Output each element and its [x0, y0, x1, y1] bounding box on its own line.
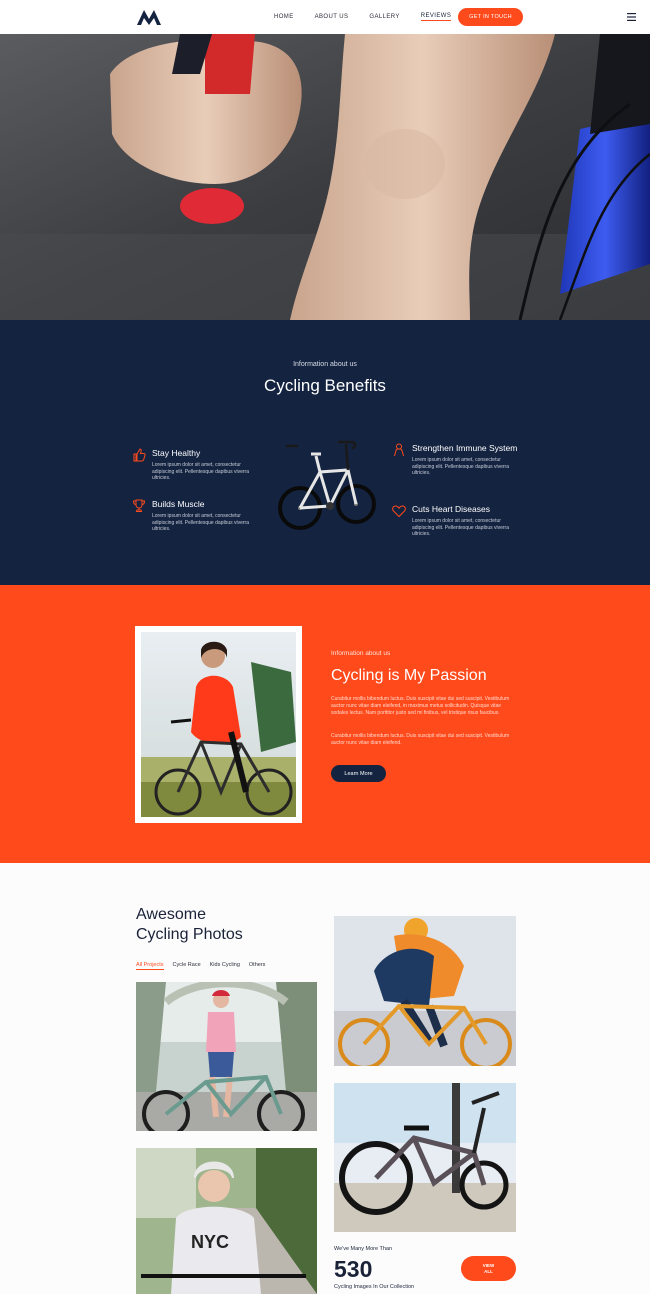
tab-all-projects[interactable]: All Projects [136, 962, 164, 970]
nav-about-us[interactable]: ABOUT US [315, 14, 349, 20]
trophy-icon [132, 499, 146, 512]
passion-paragraph-2: Curabitur mollis bibendum luctus. Duis s… [331, 733, 510, 746]
gallery-filter-tabs: All Projects Cycle Race Kids Cycling Oth… [136, 962, 274, 970]
passion-title: Cycling is My Passion [331, 667, 487, 684]
tab-others[interactable]: Others [249, 962, 266, 970]
hero-photo-cyclist-knee [0, 34, 650, 320]
gallery-title-line-1: Awesome [136, 906, 206, 923]
nav-gallery[interactable]: GALLERY [369, 14, 399, 20]
benefit-text: Lorem ipsum dolor sit amet, consectetur … [152, 513, 250, 532]
learn-more-button[interactable]: Learn More [331, 765, 386, 782]
benefits-section: Information about us Cycling Benefits St… [0, 320, 650, 585]
thumbs-up-icon [133, 448, 146, 462]
bmx-bike-image [334, 1083, 516, 1232]
gallery-photo-woman-bike[interactable] [136, 982, 317, 1131]
benefit-title: Cuts Heart Diseases [412, 504, 490, 514]
benefits-title: Cycling Benefits [264, 376, 386, 395]
woman-standing-bike-image [136, 982, 317, 1131]
svg-text:NYC: NYC [191, 1232, 229, 1252]
view-all-button[interactable]: VIEW ALL [461, 1256, 516, 1281]
tab-cycle-race[interactable]: Cycle Race [173, 962, 201, 970]
benefit-title: Builds Muscle [152, 499, 205, 509]
benefit-text: Lorem ipsum dolor sit amet, consectetur … [412, 457, 510, 476]
benefits-eyebrow: Information about us [293, 361, 357, 368]
person-icon [394, 443, 404, 457]
benefit-stay-healthy: Stay Healthy Lorem ipsum dolor sit amet,… [133, 448, 272, 482]
benefit-builds-muscle: Builds Muscle Lorem ipsum dolor sit amet… [132, 499, 272, 533]
gallery-title-line-2: Cycling Photos [136, 926, 243, 943]
gallery-photo-bmx-bike[interactable] [334, 1083, 516, 1232]
cyclist-woman-photo [135, 626, 302, 823]
view-all-label: VIEW ALL [483, 1263, 495, 1275]
hero-image [0, 34, 650, 320]
benefit-title: Stay Healthy [152, 448, 201, 458]
nav-home[interactable]: HOME [274, 14, 294, 20]
man-orange-bike-image [334, 916, 516, 1066]
view-all-line-1: VIEW [482, 1262, 495, 1268]
gallery-section: Awesome Cycling Photos All Projects Cycl… [0, 863, 650, 1294]
tab-kids-cycling[interactable]: Kids Cycling [210, 962, 240, 970]
benefit-text: Lorem ipsum dolor sit amet, consectetur … [412, 518, 510, 537]
get-in-touch-button[interactable]: GET IN TOUCH [458, 8, 523, 26]
benefit-cuts-heart-diseases: Cuts Heart Diseases Lorem ipsum dolor si… [392, 504, 532, 538]
road-bike-image [278, 440, 376, 530]
gallery-photo-man-orange-bike[interactable] [334, 916, 516, 1066]
stat-label: We've Many More Than [334, 1246, 393, 1252]
view-all-line-2: ALL [484, 1268, 493, 1274]
benefit-title: Strengthen Immune System [412, 443, 518, 453]
nav-reviews[interactable]: REVIEWS [420, 13, 452, 21]
gallery-title: Awesome Cycling Photos [136, 905, 306, 945]
site-header: HOME ABOUT US GALLERY REVIEWS GET IN TOU… [0, 0, 650, 34]
passion-eyebrow: Information about us [331, 650, 391, 657]
stat-number: 530 [334, 1256, 373, 1282]
passion-paragraph-1: Curabitur mollis bibendum luctus. Duis s… [331, 696, 510, 716]
main-nav: HOME ABOUT US GALLERY REVIEWS [274, 0, 472, 34]
benefit-text: Lorem ipsum dolor sit amet, consectetur … [152, 462, 250, 481]
girl-cycling-helmet-image: NYC [136, 1148, 317, 1294]
passion-section: Information about us Cycling is My Passi… [0, 585, 650, 863]
brand-logo[interactable] [136, 8, 162, 26]
woman-with-bike-photo [141, 632, 296, 817]
heart-icon [392, 505, 406, 518]
stat-subtext: Cycling Images In Our Collection [334, 1284, 415, 1290]
gallery-photo-girl-helmet[interactable]: NYC [136, 1148, 317, 1294]
hamburger-menu-icon[interactable] [627, 13, 636, 21]
benefit-strengthen-immune: Strengthen Immune System Lorem ipsum dol… [394, 443, 532, 477]
